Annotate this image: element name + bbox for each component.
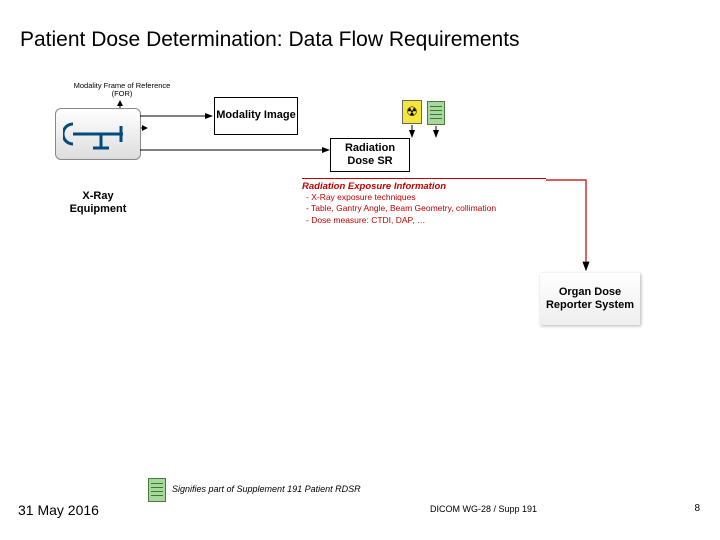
rei-item: - Table, Gantry Angle, Beam Geometry, co…	[302, 203, 546, 214]
modality-image-node: Modality Image	[214, 97, 298, 135]
footer-page-number: 8	[694, 503, 700, 514]
rei-item: - Dose measure: CTDI, DAP, …	[302, 215, 546, 226]
footer-center: DICOM WG-28 / Supp 191	[430, 504, 537, 514]
legend-text: Signifies part of Supplement 191 Patient…	[172, 484, 361, 494]
radiation-dose-sr-node: Radiation Dose SR	[330, 138, 410, 172]
radiation-exposure-info-block: Radiation Exposure Information - X-Ray e…	[302, 178, 546, 226]
rei-header: Radiation Exposure Information	[302, 179, 546, 192]
radiation-icon: ☢	[402, 100, 422, 124]
supplement-icon	[148, 478, 166, 502]
rei-item: - X-Ray exposure techniques	[302, 192, 546, 203]
frame-of-reference-label: Modality Frame of Reference (FOR)	[72, 82, 172, 99]
xray-equipment-icon	[63, 114, 133, 154]
footer-date: 31 May 2016	[18, 502, 99, 518]
xray-equipment-node	[55, 108, 141, 160]
xray-equipment-label: X-Ray Equipment	[58, 190, 138, 216]
page-title: Patient Dose Determination: Data Flow Re…	[20, 28, 520, 52]
organ-dose-reporter-node: Organ Dose Reporter System	[540, 273, 640, 325]
supplement-icon	[427, 101, 445, 125]
